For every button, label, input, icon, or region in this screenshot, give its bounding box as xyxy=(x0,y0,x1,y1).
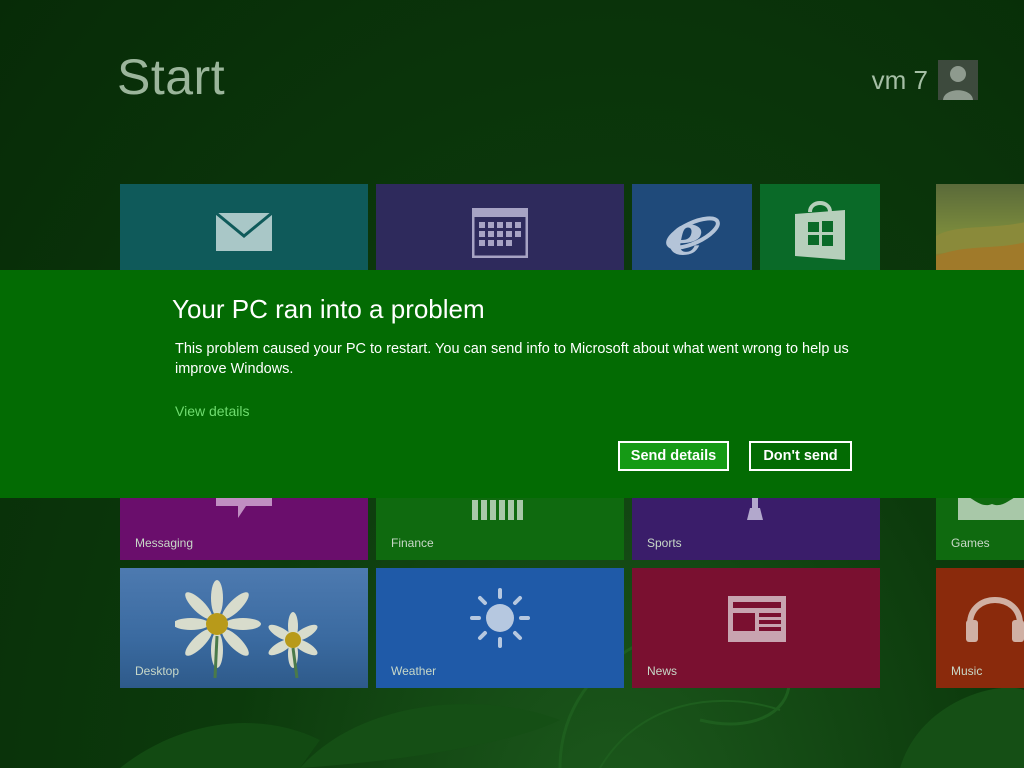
calendar-icon xyxy=(472,208,528,258)
daisy-flowers-image xyxy=(175,580,318,678)
dialog-message: This problem caused your PC to restart. … xyxy=(175,341,849,377)
tile-desktop[interactable]: Desktop xyxy=(120,568,368,688)
error-dialog: Your PC ran into a problem This problem … xyxy=(0,270,1024,498)
tile-label-sports: Sports xyxy=(647,536,682,550)
headphones-icon xyxy=(966,597,1024,642)
tile-label-desktop: Desktop xyxy=(135,664,180,678)
store-icon xyxy=(795,201,845,260)
start-title: Start xyxy=(117,49,226,105)
tile-label-messaging: Messaging xyxy=(135,536,194,550)
dont-send-button[interactable]: Don't send xyxy=(749,441,852,471)
tile-music[interactable]: Music xyxy=(936,568,1024,688)
send-details-button[interactable]: Send details xyxy=(618,441,729,471)
view-details-link[interactable]: View details xyxy=(175,403,249,419)
mail-icon xyxy=(215,212,273,251)
newspaper-icon xyxy=(728,596,786,642)
sun-icon xyxy=(470,588,530,648)
tile-label-music: Music xyxy=(951,664,983,678)
user-account[interactable]: vm 7 xyxy=(872,60,978,100)
tile-label-finance: Finance xyxy=(391,536,434,550)
tile-label-news: News xyxy=(647,664,678,678)
tile-news[interactable]: News xyxy=(632,568,880,688)
user-name: vm 7 xyxy=(871,64,928,95)
tile-weather[interactable]: Weather xyxy=(376,568,624,688)
tile-label-games: Games xyxy=(951,536,990,550)
start-screen: Start vm 7 e Messaging Finance Sports Ga… xyxy=(0,0,1024,768)
dialog-title: Your PC ran into a problem xyxy=(172,294,485,324)
internet-explorer-icon: e xyxy=(666,202,720,264)
tile-label-weather: Weather xyxy=(391,664,437,678)
user-avatar-icon[interactable] xyxy=(938,60,978,100)
